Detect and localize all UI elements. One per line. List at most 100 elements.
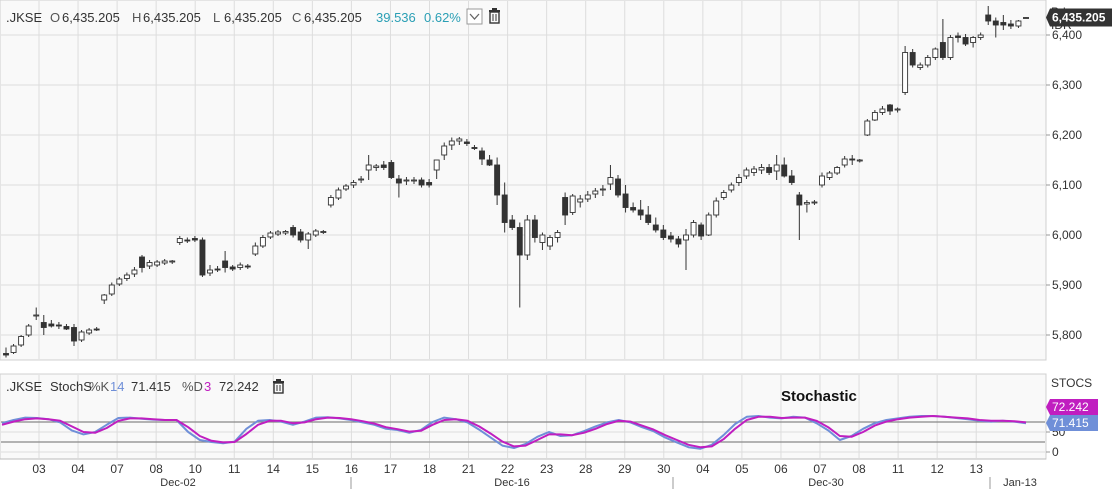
candle-body xyxy=(698,224,705,237)
price-tick-label: 6,100 xyxy=(1052,178,1082,192)
candle-body xyxy=(267,232,274,238)
candle-body xyxy=(584,194,591,200)
candle xyxy=(902,46,909,95)
candle-body xyxy=(811,201,818,204)
candle xyxy=(78,330,85,342)
last-price-tag: 6,435.205 xyxy=(1046,8,1112,27)
price-tick-label: 5,800 xyxy=(1052,328,1082,342)
close-key: C xyxy=(292,10,301,25)
date-tick-label: 11 xyxy=(228,462,241,476)
candle-body xyxy=(388,162,395,178)
candle-body xyxy=(312,230,319,236)
candle-body xyxy=(252,245,259,255)
candle-body xyxy=(735,177,742,183)
candle-body xyxy=(856,159,863,162)
price-axis: Price IDR 5,8005,9006,0006,1006,2006,300… xyxy=(1046,5,1082,342)
date-axis: 03 04 07 08 10 11 14 15 16 17 18 21 22 23 28 29 30 04 05 06… xyxy=(0,458,1046,489)
candle-body xyxy=(849,158,856,161)
change-percent: 0.62% xyxy=(424,10,461,25)
candle-body xyxy=(78,331,85,341)
price-tick-label: 6,200 xyxy=(1052,128,1082,142)
candle-body xyxy=(418,179,425,186)
candle-body xyxy=(448,140,455,146)
candle-body xyxy=(207,269,213,274)
d-tag-label: 72.242 xyxy=(1052,400,1089,414)
candle-body xyxy=(161,260,168,264)
candle-body xyxy=(154,261,161,266)
candle-body xyxy=(826,172,833,178)
month-label: Jan-13 xyxy=(1003,477,1037,489)
candle-body xyxy=(887,104,893,112)
candle-body xyxy=(516,227,523,256)
candle-body xyxy=(667,235,674,240)
date-tick-label: 30 xyxy=(657,462,671,476)
candle-body xyxy=(131,269,138,275)
candle-body xyxy=(871,112,878,121)
candle-body xyxy=(176,238,183,243)
dropdown-toggle-icon[interactable] xyxy=(466,8,483,25)
candle-body xyxy=(343,185,349,190)
candle-body xyxy=(781,164,788,177)
candle-body xyxy=(275,231,281,235)
d-value-tag: 72.242 xyxy=(1046,399,1098,415)
open-value: 6,435.205 xyxy=(62,10,120,25)
candle-body xyxy=(25,325,32,336)
stoch-symbol: .JKSE xyxy=(6,379,42,394)
candle-body xyxy=(229,266,236,270)
candle-body xyxy=(939,42,946,58)
candle-body xyxy=(955,35,961,38)
candle-body xyxy=(683,234,689,241)
candle-body xyxy=(184,239,191,242)
candle-body xyxy=(373,165,380,168)
k-key: %K xyxy=(89,379,110,394)
candle xyxy=(524,215,531,260)
k-value-tag: 71.415 xyxy=(1046,415,1098,431)
candle xyxy=(705,212,712,236)
month-label: Dec-30 xyxy=(808,477,843,489)
candle-body xyxy=(713,200,720,216)
candle-body xyxy=(123,274,130,279)
chart-root: .JKSE O 6,435.205 H 6,435.205 L 6,435.20… xyxy=(0,0,1112,489)
candle-body xyxy=(290,227,297,236)
candle-body xyxy=(788,175,795,183)
candle-body xyxy=(917,64,924,68)
candle-body xyxy=(977,34,984,38)
candle-body xyxy=(101,294,108,301)
month-label: Dec-02 xyxy=(160,477,195,489)
stochastic-annotation: Stochastic xyxy=(781,388,857,405)
date-tick-label: 06 xyxy=(774,462,788,476)
candle-body xyxy=(909,52,916,66)
date-tick-label: 04 xyxy=(71,462,85,476)
price-panel-background xyxy=(0,0,1047,361)
candle xyxy=(388,160,395,179)
candle xyxy=(690,220,697,238)
candle-body xyxy=(320,231,327,233)
candle-body xyxy=(1000,22,1007,26)
stoch-indicator: StochS xyxy=(50,379,92,394)
d-key: %D xyxy=(182,379,203,394)
candle-body xyxy=(327,197,334,206)
close-value: 6,435.205 xyxy=(304,10,362,25)
low-key: L xyxy=(213,10,220,25)
price-tick-label: 6,400 xyxy=(1052,28,1082,42)
candle-body xyxy=(108,284,115,295)
candle-body xyxy=(426,182,433,186)
date-tick-label: 14 xyxy=(267,462,281,476)
date-tick-label: 05 xyxy=(735,462,749,476)
candle-body xyxy=(395,178,402,184)
candle-body xyxy=(501,194,508,223)
date-tick-label: 04 xyxy=(696,462,710,476)
date-tick-label: 07 xyxy=(110,462,124,476)
candle-body xyxy=(630,207,637,211)
candle xyxy=(569,194,576,215)
candle-body xyxy=(146,262,153,267)
date-tick-label: 17 xyxy=(384,462,398,476)
candle-body xyxy=(509,219,516,228)
high-key: H xyxy=(132,10,141,25)
candle-body xyxy=(71,327,77,342)
price-tick-label: 5,900 xyxy=(1052,278,1082,292)
candle-body xyxy=(259,237,266,247)
candle-body xyxy=(577,198,584,203)
candle-body xyxy=(237,264,244,268)
candle-body xyxy=(1023,17,1029,19)
